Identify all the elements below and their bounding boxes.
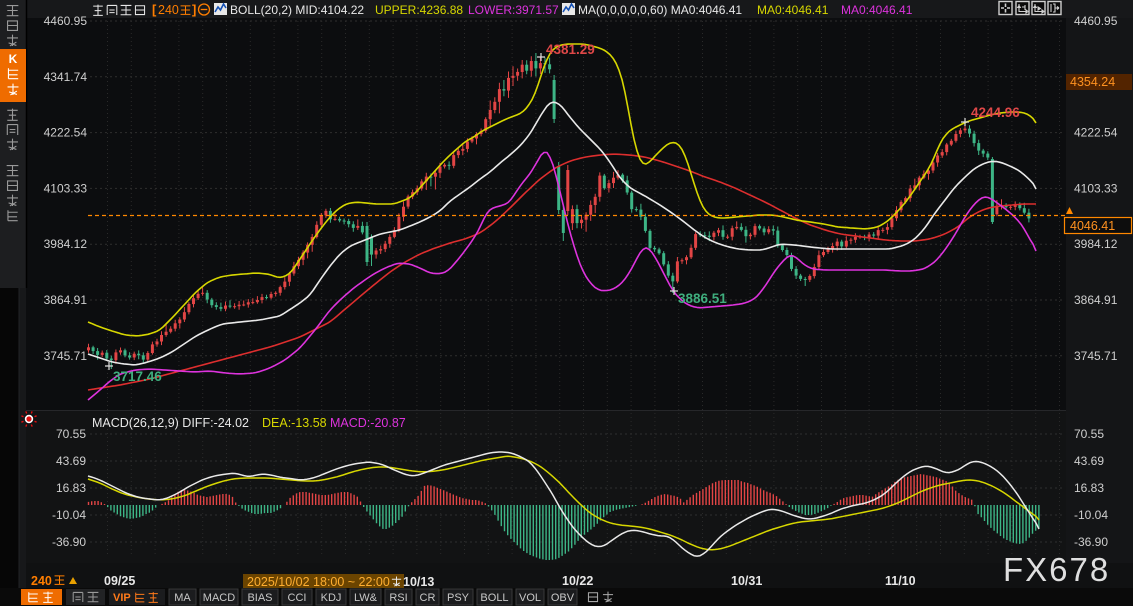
svg-text:VOL: VOL — [519, 592, 541, 604]
svg-text:09/25: 09/25 — [104, 574, 135, 588]
svg-text:OBV: OBV — [551, 592, 575, 604]
svg-text:4103.33: 4103.33 — [44, 181, 88, 195]
svg-text:CCI: CCI — [288, 592, 307, 604]
svg-text:3717.46: 3717.46 — [113, 369, 162, 384]
svg-text:4222.54: 4222.54 — [44, 126, 88, 140]
svg-text:BOLL: BOLL — [480, 592, 508, 604]
svg-text:43.69: 43.69 — [1074, 454, 1104, 468]
svg-text:16.83: 16.83 — [56, 481, 86, 495]
svg-text:BIAS: BIAS — [247, 592, 272, 604]
svg-text:LOWER:3971.57: LOWER:3971.57 — [468, 3, 559, 17]
svg-text:MA0:4046.41: MA0:4046.41 — [841, 3, 913, 17]
svg-text:-36.90: -36.90 — [52, 535, 86, 549]
svg-text:10/22: 10/22 — [562, 574, 593, 588]
svg-text:3745.71: 3745.71 — [44, 349, 88, 363]
svg-text:240: 240 — [158, 3, 179, 17]
svg-text:10/31: 10/31 — [731, 574, 762, 588]
svg-text:MA(0,0,0,0,0,60) MA0:4046.41: MA(0,0,0,0,0,60) MA0:4046.41 — [578, 3, 742, 17]
svg-text:70.55: 70.55 — [56, 427, 86, 441]
svg-text:43.69: 43.69 — [56, 454, 86, 468]
svg-text:CR: CR — [420, 592, 436, 604]
svg-text:VIP: VIP — [113, 592, 131, 604]
svg-text:11/10: 11/10 — [885, 574, 916, 588]
svg-text:BOLL(20,2) MID:4104.22: BOLL(20,2) MID:4104.22 — [230, 3, 364, 17]
svg-text:[: [ — [152, 2, 157, 17]
svg-text:3864.91: 3864.91 — [44, 293, 88, 307]
svg-text:4381.29: 4381.29 — [546, 42, 595, 57]
svg-text:4244.96: 4244.96 — [971, 105, 1020, 120]
svg-text:240: 240 — [31, 574, 52, 588]
svg-text:3984.12: 3984.12 — [44, 237, 88, 251]
svg-text:4460.95: 4460.95 — [1074, 14, 1118, 28]
svg-text:DEA:-13.58: DEA:-13.58 — [262, 416, 327, 430]
svg-text:3864.91: 3864.91 — [1074, 293, 1118, 307]
svg-text:MACD(26,12,9) DIFF:-24.02: MACD(26,12,9) DIFF:-24.02 — [92, 416, 249, 430]
svg-text:]: ] — [192, 2, 196, 17]
svg-text:10/13: 10/13 — [403, 575, 434, 589]
svg-text:PSY: PSY — [447, 592, 470, 604]
svg-text:KDJ: KDJ — [321, 592, 342, 604]
svg-text:2025/10/02 18:00 ~ 22:00: 2025/10/02 18:00 ~ 22:00 — [247, 575, 390, 589]
svg-text:3745.71: 3745.71 — [1074, 349, 1118, 363]
svg-text:16.83: 16.83 — [1074, 481, 1104, 495]
svg-text:RSI: RSI — [389, 592, 407, 604]
svg-text:MA: MA — [174, 592, 191, 604]
svg-text:UPPER:4236.88: UPPER:4236.88 — [375, 3, 463, 17]
svg-text:LW&: LW& — [354, 592, 378, 604]
svg-text:MACD: MACD — [203, 592, 235, 604]
svg-text:MACD:-20.87: MACD:-20.87 — [330, 416, 406, 430]
svg-text:70.55: 70.55 — [1074, 427, 1104, 441]
svg-text:MA0:4046.41: MA0:4046.41 — [757, 3, 829, 17]
svg-text:FX678: FX678 — [1003, 551, 1110, 588]
svg-text:-10.04: -10.04 — [52, 508, 86, 522]
svg-text:-10.04: -10.04 — [1074, 508, 1108, 522]
svg-text:3984.12: 3984.12 — [1074, 237, 1118, 251]
svg-text:4046.41: 4046.41 — [1070, 219, 1115, 233]
svg-text:-36.90: -36.90 — [1074, 535, 1108, 549]
svg-text:4354.24: 4354.24 — [1070, 75, 1115, 89]
svg-text:3886.51: 3886.51 — [678, 291, 727, 306]
svg-text:4103.33: 4103.33 — [1074, 181, 1118, 195]
svg-text:4460.95: 4460.95 — [44, 14, 88, 28]
svg-text:K: K — [9, 52, 18, 66]
svg-text:4341.74: 4341.74 — [44, 70, 88, 84]
svg-text:4222.54: 4222.54 — [1074, 126, 1118, 140]
